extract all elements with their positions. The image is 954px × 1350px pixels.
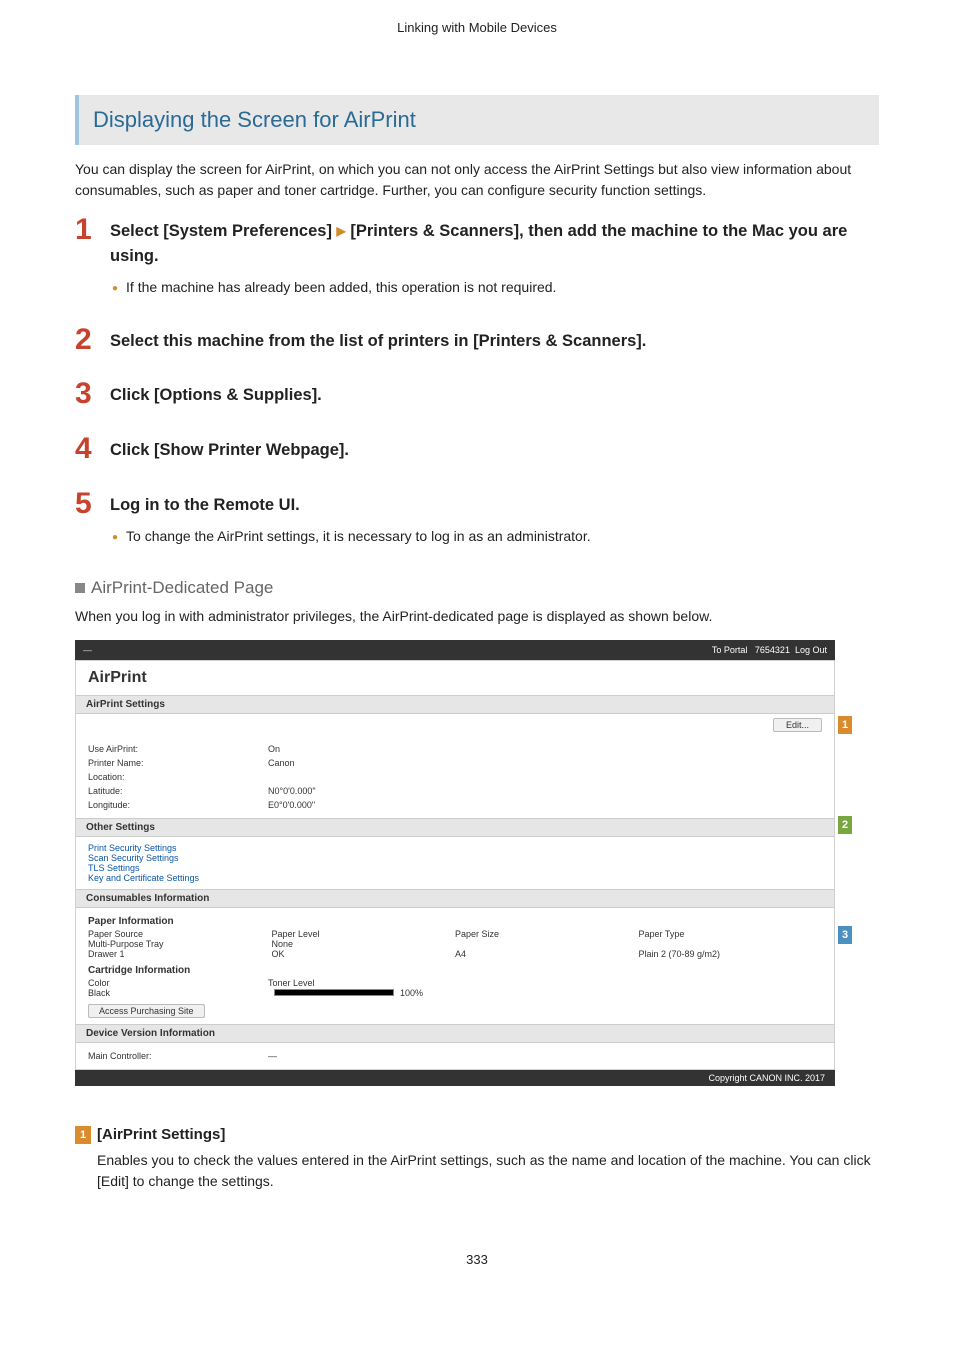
bullet-text: If the machine has already been added, t… xyxy=(126,279,556,299)
subsection-title: AirPrint-Dedicated Page xyxy=(91,578,273,598)
callout-3: 3 xyxy=(837,925,853,945)
subsection-text: When you log in with administrator privi… xyxy=(75,608,879,624)
cell: Plain 2 (70-89 g/m2) xyxy=(639,949,823,959)
logout-link[interactable]: Log Out xyxy=(795,645,827,655)
subsection-heading: AirPrint-Dedicated Page xyxy=(75,578,879,598)
legend-airprint-settings: 1 [AirPrint Settings] Enables you to che… xyxy=(75,1126,879,1192)
breadcrumb: — xyxy=(83,645,92,655)
edit-button[interactable]: Edit... xyxy=(773,718,822,732)
col-paper-level: Paper Level xyxy=(272,929,456,939)
cell xyxy=(639,939,823,949)
cell: Drawer 1 xyxy=(88,949,272,959)
paper-info-heading: Paper Information xyxy=(88,916,822,927)
ui-footer: Copyright CANON INC. 2017 xyxy=(75,1070,835,1086)
col-paper-type: Paper Type xyxy=(639,929,823,939)
link-print-security[interactable]: Print Security Settings xyxy=(88,843,822,853)
section-consumables: Consumables Information xyxy=(76,889,834,908)
section-device-version: Device Version Information xyxy=(76,1024,834,1043)
step-2: 2 Select this machine from the list of p… xyxy=(75,329,879,354)
toner-percent: 100% xyxy=(400,988,423,998)
step-bullet: ● To change the AirPrint settings, it is… xyxy=(110,528,879,548)
step-title-part: Select [System Preferences] xyxy=(110,222,337,240)
col-toner-level: Toner Level xyxy=(268,978,822,988)
airprint-page-screenshot: 1 2 3 — To Portal 7654321 Log Out AirPri… xyxy=(75,640,835,1086)
value-longitude: E0°0'0.000" xyxy=(268,800,315,810)
link-tls-settings[interactable]: TLS Settings xyxy=(88,863,822,873)
step-title: Click [Show Printer Webpage]. xyxy=(110,438,879,463)
step-title: Click [Options & Supplies]. xyxy=(110,383,879,408)
ui-title: AirPrint xyxy=(88,669,822,687)
cell xyxy=(455,939,639,949)
step-1: 1 Select [System Preferences] ▶ [Printer… xyxy=(75,219,879,299)
bullet-icon: ● xyxy=(112,279,118,299)
cell: A4 xyxy=(455,949,639,959)
toner-bar xyxy=(274,989,394,996)
page-header: Linking with Mobile Devices xyxy=(75,20,879,35)
triangle-icon: ▶ xyxy=(337,224,346,238)
step-3: 3 Click [Options & Supplies]. xyxy=(75,383,879,408)
value-use-airprint: On xyxy=(268,744,280,754)
page-number: 333 xyxy=(75,1252,879,1267)
step-bullet: ● If the machine has already been added,… xyxy=(110,279,879,299)
label-location: Location: xyxy=(88,772,268,782)
step-number: 5 xyxy=(75,487,92,521)
bullet-icon: ● xyxy=(112,528,118,548)
callout-2: 2 xyxy=(837,815,853,835)
cell: Multi-Purpose Tray xyxy=(88,939,272,949)
col-paper-source: Paper Source xyxy=(88,929,272,939)
square-icon xyxy=(75,583,85,593)
cartridge-info-heading: Cartridge Information xyxy=(88,965,822,976)
cartridge-header-row: Color Toner Level xyxy=(88,978,822,988)
step-number: 3 xyxy=(75,377,92,411)
topbar-user: 7654321 xyxy=(755,645,790,655)
topbar-right: To Portal 7654321 Log Out xyxy=(712,645,827,655)
step-number: 1 xyxy=(75,213,92,247)
step-title: Log in to the Remote UI. xyxy=(110,493,879,518)
bullet-text: To change the AirPrint settings, it is n… xyxy=(126,528,591,548)
value-main-controller: — xyxy=(268,1051,277,1061)
col-paper-size: Paper Size xyxy=(455,929,639,939)
cartridge-row: Black 100% xyxy=(88,988,822,998)
legend-badge-1: 1 xyxy=(75,1126,91,1144)
to-portal-link[interactable]: To Portal xyxy=(712,645,748,655)
cell: OK xyxy=(272,949,456,959)
paper-header-row: Paper Source Paper Level Paper Size Pape… xyxy=(88,929,822,939)
step-title: Select [System Preferences] ▶ [Printers … xyxy=(110,219,879,269)
legend-body: Enables you to check the values entered … xyxy=(97,1150,879,1192)
label-longitude: Longitude: xyxy=(88,800,268,810)
label-latitude: Latitude: xyxy=(88,786,268,796)
label-use-airprint: Use AirPrint: xyxy=(88,744,268,754)
intro-text: You can display the screen for AirPrint,… xyxy=(75,159,879,201)
label-printer-name: Printer Name: xyxy=(88,758,268,768)
section-other-settings: Other Settings xyxy=(76,818,834,837)
section-airprint-settings: AirPrint Settings xyxy=(76,695,834,714)
ui-topbar: — To Portal 7654321 Log Out xyxy=(75,640,835,660)
label-main-controller: Main Controller: xyxy=(88,1051,268,1061)
cart-color: Black xyxy=(88,988,268,998)
paper-row: Drawer 1 OK A4 Plain 2 (70-89 g/m2) xyxy=(88,949,822,959)
paper-row: Multi-Purpose Tray None xyxy=(88,939,822,949)
cell: None xyxy=(272,939,456,949)
access-purchasing-site-button[interactable]: Access Purchasing Site xyxy=(88,1004,205,1018)
value-printer-name: Canon xyxy=(268,758,295,768)
col-color: Color xyxy=(88,978,268,988)
link-key-cert-settings[interactable]: Key and Certificate Settings xyxy=(88,873,822,883)
callout-1: 1 xyxy=(837,715,853,735)
legend-title: [AirPrint Settings] xyxy=(97,1126,225,1143)
step-5: 5 Log in to the Remote UI. ● To change t… xyxy=(75,493,879,548)
link-scan-security[interactable]: Scan Security Settings xyxy=(88,853,822,863)
step-number: 2 xyxy=(75,323,92,357)
step-4: 4 Click [Show Printer Webpage]. xyxy=(75,438,879,463)
section-title: Displaying the Screen for AirPrint xyxy=(75,95,879,145)
step-number: 4 xyxy=(75,432,92,466)
value-latitude: N0°0'0.000" xyxy=(268,786,316,796)
step-title: Select this machine from the list of pri… xyxy=(110,329,879,354)
